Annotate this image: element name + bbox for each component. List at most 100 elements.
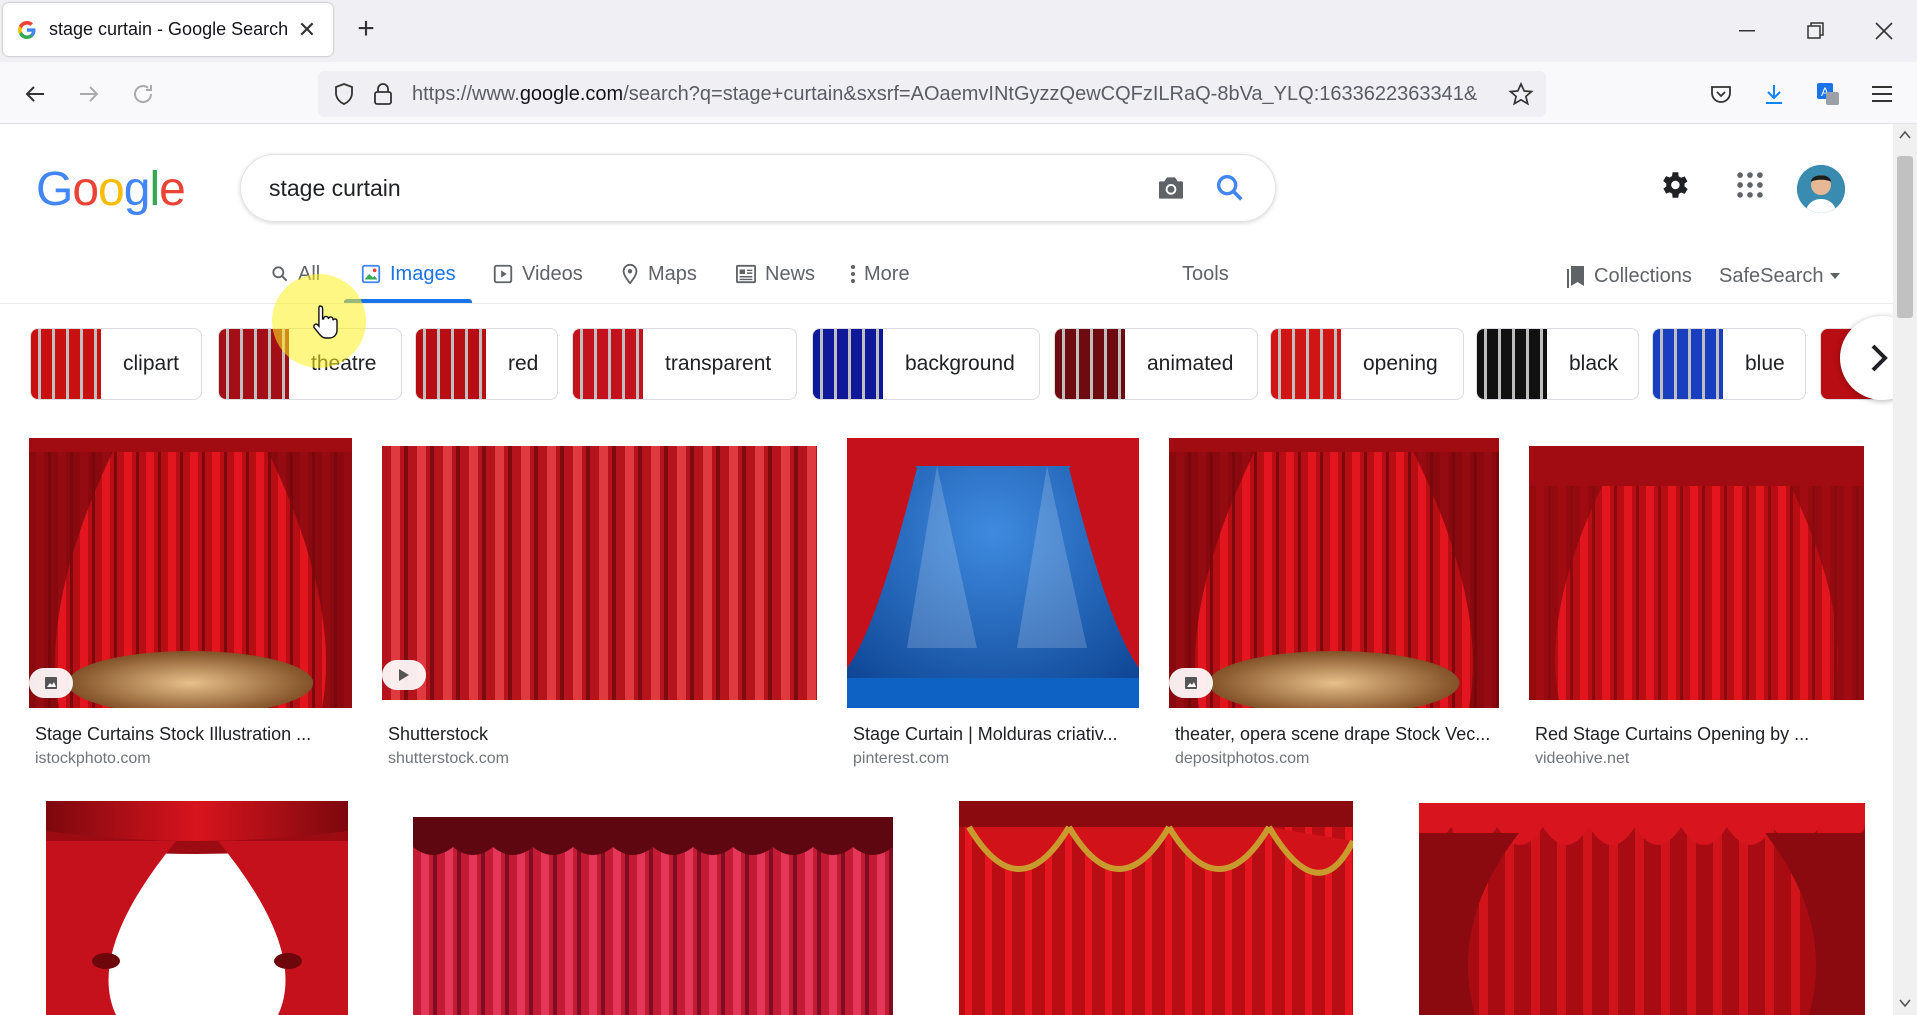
image-result[interactable]: theater, opera scene drape Stock Vec... d… [1169,438,1499,778]
image-badge-icon [1169,668,1213,698]
chip-thumbnail [416,329,486,399]
chip-transparent[interactable]: transparent [572,328,797,400]
forward-icon[interactable] [69,74,109,114]
safesearch-label: SafeSearch [1719,265,1824,288]
close-tab-icon[interactable]: ✕ [295,17,319,43]
chip-label: clipart [101,352,201,376]
chip-opening[interactable]: opening [1270,328,1464,400]
search-icon [270,264,290,284]
search-icon[interactable] [1213,171,1247,205]
result-thumbnail[interactable] [847,438,1139,708]
more-vert-icon [850,264,856,284]
chip-thumbnail [1653,329,1723,399]
collections-label: Collections [1594,265,1692,288]
chip-black[interactable]: black [1476,328,1639,400]
bookmark-collection-icon [1566,264,1586,288]
address-bar[interactable]: https://www.google.com/search?q=stage+cu… [318,71,1546,117]
downloads-icon[interactable] [1754,74,1794,114]
tools-button[interactable]: Tools [1182,256,1229,292]
chip-thumbnail [1271,329,1341,399]
restore-icon[interactable] [1782,0,1850,62]
minimize-icon[interactable] [1714,0,1782,62]
result-source[interactable]: istockphoto.com [35,750,151,768]
safesearch-dropdown[interactable]: SafeSearch [1719,258,1850,294]
result-thumbnail[interactable] [413,817,893,1015]
result-caption[interactable]: Red Stage Curtains Opening by ... [1535,724,1860,745]
chip-red[interactable]: red [415,328,558,400]
result-thumbnail[interactable] [29,438,352,708]
shield-icon[interactable] [332,82,356,106]
tab-maps-label: Maps [648,263,697,286]
chip-clipart[interactable]: clipart [30,328,202,400]
result-thumbnail[interactable] [1419,803,1865,1015]
scroll-up-arrow-icon[interactable] [1899,130,1911,140]
tab-news-label: News [765,263,815,286]
tab-images[interactable]: Images [360,256,456,292]
apps-grid-icon[interactable] [1733,168,1767,202]
chip-label: opening [1341,352,1460,376]
google-logo[interactable]: Google [36,162,185,217]
page-scrollbar[interactable] [1893,124,1917,1015]
logo-letter: G [36,163,72,216]
result-thumbnail[interactable] [1529,446,1864,700]
result-source[interactable]: depositphotos.com [1175,750,1309,768]
back-icon[interactable] [15,74,55,114]
browser-tab-strip: stage curtain - Google Search ✕ + [0,0,1917,62]
google-results-page: Google stage curtain All Images Videos [0,124,1893,1015]
result-caption[interactable]: Shutterstock [388,724,813,745]
pocket-icon[interactable] [1701,74,1741,114]
account-avatar[interactable] [1797,165,1845,213]
logo-letter: e [159,163,185,216]
result-thumbnail[interactable] [1169,438,1499,708]
image-result[interactable]: Stage Curtains Stock Illustration ... ist… [29,438,352,778]
new-tab-button[interactable]: + [350,12,382,48]
camera-search-icon[interactable] [1155,172,1187,204]
result-caption[interactable]: Stage Curtain | Molduras criativ... [853,724,1135,745]
chip-thumbnail [31,329,101,399]
tab-news[interactable]: News [735,256,815,292]
result-thumbnail[interactable] [959,801,1353,1015]
scrollbar-thumb[interactable] [1897,156,1913,318]
search-box[interactable]: stage curtain [240,154,1276,222]
chip-thumbnail [1477,329,1547,399]
hand-cursor-icon [312,304,338,340]
result-caption[interactable]: Stage Curtains Stock Illustration ... [35,724,348,745]
logo-letter: l [149,163,159,216]
image-result[interactable]: Stage Curtain | Molduras criativ... pinte… [847,438,1139,778]
browser-tab[interactable]: stage curtain - Google Search ✕ [3,3,333,56]
translate-extension-icon[interactable]: A [1808,74,1848,114]
chip-background[interactable]: background [812,328,1040,400]
tab-images-label: Images [390,263,456,286]
collections-button[interactable]: Collections [1566,258,1692,294]
search-input[interactable]: stage curtain [269,155,401,221]
menu-icon[interactable] [1862,74,1902,114]
lock-icon[interactable] [372,82,394,106]
scroll-down-arrow-icon[interactable] [1899,998,1911,1008]
map-pin-icon [620,263,640,285]
result-source[interactable]: shutterstock.com [388,750,509,768]
close-window-icon[interactable] [1850,0,1917,62]
result-thumbnail[interactable] [382,446,817,700]
image-result[interactable]: Shutterstock shutterstock.com [382,438,817,778]
bookmark-star-icon[interactable] [1508,82,1534,106]
result-source[interactable]: pinterest.com [853,750,949,768]
chip-label: transparent [643,352,793,376]
image-badge-icon [29,668,73,698]
chip-blue[interactable]: blue [1652,328,1806,400]
tools-label: Tools [1182,263,1229,286]
tab-more-label: More [864,263,910,286]
chip-animated[interactable]: animated [1054,328,1258,400]
tab-maps[interactable]: Maps [620,256,697,292]
image-result[interactable]: Red Stage Curtains Opening by ... videohi… [1529,438,1864,778]
reload-icon[interactable] [123,74,163,114]
active-tab-indicator [344,299,472,303]
result-source[interactable]: videohive.net [1535,750,1629,768]
url-text[interactable]: https://www.google.com/search?q=stage+cu… [412,71,1502,117]
tab-title: stage curtain - Google Search [49,19,295,40]
tab-videos[interactable]: Videos [492,256,583,292]
result-caption[interactable]: theater, opera scene drape Stock Vec... [1175,724,1495,745]
google-favicon-icon [17,20,37,40]
result-thumbnail[interactable] [46,801,348,1015]
settings-gear-icon[interactable] [1657,168,1691,202]
tab-more[interactable]: More [850,256,910,292]
